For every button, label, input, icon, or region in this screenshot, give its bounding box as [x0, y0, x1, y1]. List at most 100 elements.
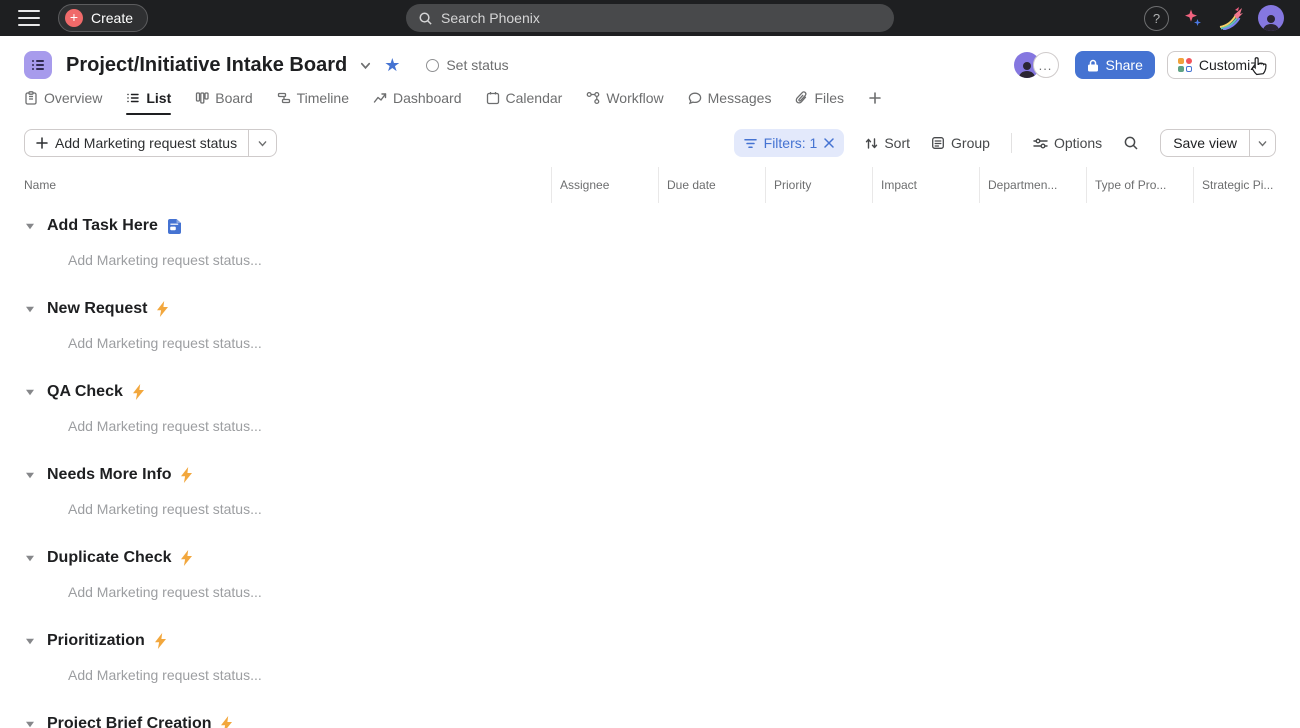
global-search-input[interactable]: Search Phoenix: [406, 4, 894, 32]
timeline-icon: [277, 91, 291, 105]
tab-overview[interactable]: Overview: [24, 90, 102, 115]
group-title[interactable]: QA Check: [47, 383, 123, 401]
group-title[interactable]: Prioritization: [47, 632, 145, 650]
list-search-button[interactable]: [1123, 135, 1139, 151]
add-task-placeholder[interactable]: Add Marketing request status...: [68, 252, 1276, 272]
form-doc-icon: [167, 218, 182, 235]
tab-label: Board: [215, 90, 252, 106]
plus-icon: [36, 137, 48, 149]
add-task-placeholder[interactable]: Add Marketing request status...: [68, 501, 1276, 521]
toolbar-divider: [1011, 133, 1012, 153]
tab-messages[interactable]: Messages: [688, 90, 772, 115]
group-title[interactable]: Add Task Here: [47, 217, 158, 235]
title-chevron-down-icon[interactable]: [359, 59, 372, 72]
create-button[interactable]: + Create: [58, 4, 148, 32]
messages-icon: [688, 91, 702, 105]
collapse-chevron-icon[interactable]: [24, 721, 36, 728]
tab-label: Files: [814, 90, 844, 106]
group-title[interactable]: Duplicate Check: [47, 549, 171, 567]
search-icon: [418, 11, 433, 26]
add-task-placeholder[interactable]: Add Marketing request status...: [68, 667, 1276, 687]
tab-board[interactable]: Board: [195, 90, 252, 115]
tab-calendar[interactable]: Calendar: [486, 90, 563, 115]
customize-button[interactable]: Customize: [1167, 51, 1276, 79]
options-label: Options: [1054, 135, 1102, 151]
add-task-caret-button[interactable]: [248, 130, 276, 156]
add-task-split-button: Add Marketing request status: [24, 129, 277, 157]
bolt-icon: [180, 467, 193, 483]
column-header-assignee[interactable]: Assignee: [551, 167, 658, 203]
group-button[interactable]: Group: [931, 135, 990, 151]
column-header-strategic-pillar[interactable]: Strategic Pi...: [1193, 167, 1300, 203]
sort-button[interactable]: Sort: [865, 135, 910, 151]
sort-icon: [865, 137, 878, 150]
filters-chip[interactable]: Filters: 1: [734, 129, 845, 157]
files-paperclip-icon: [795, 91, 808, 105]
save-view-caret-button[interactable]: [1249, 130, 1275, 156]
hamburger-menu-icon[interactable]: [18, 10, 40, 26]
ellipsis-icon: ...: [1039, 58, 1053, 73]
filter-icon: [744, 138, 757, 149]
add-task-placeholder[interactable]: Add Marketing request status...: [68, 418, 1276, 438]
collapse-chevron-icon[interactable]: [24, 472, 36, 479]
group-title[interactable]: Needs More Info: [47, 466, 171, 484]
close-icon[interactable]: [824, 138, 834, 148]
tab-dashboard[interactable]: Dashboard: [373, 90, 462, 115]
collapse-chevron-icon[interactable]: [24, 223, 36, 230]
add-tab-button[interactable]: [868, 91, 882, 114]
favorite-star-icon[interactable]: ★: [384, 56, 400, 74]
collapse-chevron-icon[interactable]: [24, 389, 36, 396]
tab-timeline[interactable]: Timeline: [277, 90, 349, 115]
column-header-type-of-project[interactable]: Type of Pro...: [1086, 167, 1193, 203]
customize-grid-icon: [1178, 58, 1192, 72]
add-task-placeholder[interactable]: Add Marketing request status...: [68, 584, 1276, 604]
status-circle-icon: [426, 59, 439, 72]
search-icon: [1123, 135, 1139, 151]
overview-icon: [24, 91, 38, 105]
task-groups: Add Task Here Add Marketing request stat…: [0, 214, 1300, 728]
create-button-label: Create: [91, 10, 133, 26]
group-label: Group: [951, 135, 990, 151]
group-needs-more-info: Needs More Info Add Marketing request st…: [24, 463, 1276, 521]
tab-workflow[interactable]: Workflow: [586, 90, 663, 115]
bolt-icon: [220, 716, 233, 728]
add-task-placeholder[interactable]: Add Marketing request status...: [68, 335, 1276, 355]
chevron-down-icon: [257, 138, 268, 149]
share-button[interactable]: Share: [1075, 51, 1155, 79]
collapse-chevron-icon[interactable]: [24, 306, 36, 313]
group-duplicate-check: Duplicate Check Add Marketing request st…: [24, 546, 1276, 604]
ai-sparkles-icon[interactable]: [1183, 8, 1204, 29]
options-sliders-icon: [1033, 137, 1048, 150]
add-task-button[interactable]: Add Marketing request status: [25, 130, 248, 156]
chevron-down-icon: [1257, 138, 1268, 149]
group-add-task-here: Add Task Here Add Marketing request stat…: [24, 214, 1276, 272]
tab-label: Dashboard: [393, 90, 462, 106]
phoenix-celebration-icon[interactable]: [1218, 6, 1244, 30]
search-placeholder: Search Phoenix: [441, 10, 540, 26]
group-project-brief-creation: Project Brief Creation: [24, 712, 1276, 728]
view-tabs: Overview List Board Timeline Dashboard C…: [24, 90, 1276, 115]
column-header-name[interactable]: Name: [0, 167, 551, 203]
tab-files[interactable]: Files: [795, 90, 844, 115]
column-header-department[interactable]: Departmen...: [979, 167, 1086, 203]
project-icon[interactable]: [24, 51, 52, 79]
group-title[interactable]: Project Brief Creation: [47, 715, 211, 728]
column-header-impact[interactable]: Impact: [872, 167, 979, 203]
calendar-icon: [486, 91, 500, 105]
column-header-priority[interactable]: Priority: [765, 167, 872, 203]
more-members-button[interactable]: ...: [1033, 52, 1059, 78]
table-header-row: Name Assignee Due date Priority Impact D…: [0, 167, 1300, 203]
person-silhouette-icon: [1261, 13, 1281, 31]
group-title[interactable]: New Request: [47, 300, 147, 318]
collapse-chevron-icon[interactable]: [24, 638, 36, 645]
set-status-button[interactable]: Set status: [426, 57, 508, 73]
dashboard-icon: [373, 91, 387, 105]
tab-list[interactable]: List: [126, 90, 171, 115]
collapse-chevron-icon[interactable]: [24, 555, 36, 562]
save-view-label: Save view: [1173, 135, 1237, 151]
help-button[interactable]: ?: [1144, 6, 1169, 31]
save-view-button[interactable]: Save view: [1161, 130, 1249, 156]
column-header-due-date[interactable]: Due date: [658, 167, 765, 203]
options-button[interactable]: Options: [1033, 135, 1102, 151]
user-avatar[interactable]: [1258, 5, 1284, 31]
